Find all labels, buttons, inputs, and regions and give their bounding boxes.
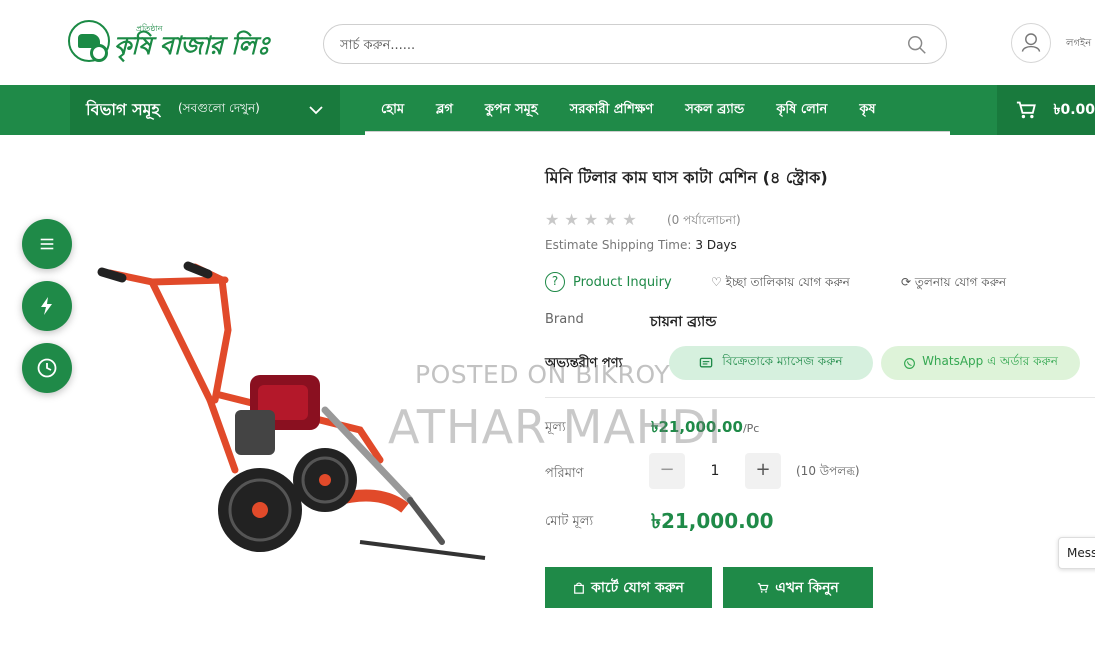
nav-item-home[interactable]: হোম: [381, 100, 404, 121]
compare-icon: ⟳: [901, 275, 912, 289]
wishlist-label: ইচ্ছা তালিকায় যোগ করুন: [725, 275, 850, 289]
watermark-line-2: ATHAR MAHDI: [388, 400, 723, 454]
user-icon: [1021, 33, 1041, 52]
shipping-value: 3 Days: [695, 238, 737, 252]
nav-item-coupons[interactable]: কুপন সমূহ: [485, 100, 538, 121]
nav-item-loan[interactable]: কৃষি লোন: [776, 100, 827, 121]
shopping-bag-icon: [574, 582, 585, 594]
add-to-cart-label: কার্টে যোগ করুন: [591, 579, 684, 596]
star-icon: ★: [583, 210, 599, 229]
search-box: [323, 24, 947, 64]
add-to-wishlist-link[interactable]: ♡ ইচ্ছা তালিকায় যোগ করুন: [711, 274, 850, 294]
rating-stars: ★ ★ ★ ★ ★: [545, 210, 637, 229]
buy-now-button[interactable]: এখন কিনুন: [723, 567, 873, 608]
product-inquiry-label: Product Inquiry: [573, 274, 672, 290]
total-price-value: ৳21,000.00: [651, 509, 774, 533]
star-icon: ★: [603, 210, 618, 229]
nav-item-training[interactable]: সরকারী প্রশিক্ষণ: [570, 100, 654, 121]
nav-scrollbar[interactable]: [365, 131, 950, 135]
question-icon: ?: [545, 272, 565, 292]
quantity-increase-button[interactable]: +: [745, 453, 781, 489]
stock-available: (10 উপলব্ধ): [796, 464, 860, 478]
search-input[interactable]: [340, 34, 900, 56]
product-image[interactable]: [60, 170, 520, 610]
login-link[interactable]: লগইন: [1066, 36, 1091, 53]
cart-icon: [758, 582, 769, 593]
product-inquiry-link[interactable]: ? Product Inquiry: [545, 272, 672, 292]
search-icon[interactable]: [906, 34, 928, 56]
add-to-cart-button[interactable]: কার্টে যোগ করুন: [545, 567, 712, 608]
nav-item-more[interactable]: কৃষ: [859, 100, 875, 121]
quantity-input[interactable]: 1: [695, 453, 735, 489]
nav-item-blog[interactable]: ব্লগ: [436, 100, 453, 121]
add-to-compare-link[interactable]: ⟳ তুলনায় যোগ করুন: [901, 274, 1006, 294]
category-title: বিভাগ সমূহ: [86, 99, 160, 119]
divider: [545, 397, 1095, 398]
cart-total: ৳0.00: [1053, 102, 1095, 118]
shipping-time: Estimate Shipping Time: 3 Days: [545, 238, 737, 252]
user-account-button[interactable]: [1011, 23, 1051, 63]
category-see-all: (সবগুলো দেখুন): [177, 101, 260, 115]
tractor-logo-icon: [68, 20, 110, 62]
price-unit: /Pc: [742, 422, 760, 435]
whatsapp-order-button[interactable]: WhatsApp এ অর্ডার করুন: [881, 346, 1080, 380]
nav-item-brands[interactable]: সকল ব্র্যান্ড: [685, 100, 744, 121]
star-icon: ★: [564, 210, 579, 229]
product-title: মিনি টিলার কাম ঘাস কাটা মেশিন (৪ স্ট্রোক…: [545, 168, 828, 187]
compare-label: তুলনায় যোগ করুন: [914, 275, 1007, 289]
review-count[interactable]: (0 পর্যালোচনা): [667, 212, 741, 232]
heart-icon: ♡: [711, 275, 722, 289]
message-seller-button[interactable]: বিক্রেতাকে ম্যাসেজ করুন: [669, 346, 873, 380]
quantity-decrease-button[interactable]: −: [649, 453, 685, 489]
site-header: প্রতিষ্ঠান কৃষি বাজার লিঃ লগইন: [0, 0, 1095, 85]
brand-value[interactable]: চায়না ব্র্যান্ড: [650, 310, 716, 334]
logo-text: কৃষি বাজার লিঃ: [114, 30, 270, 60]
star-icon: ★: [545, 210, 560, 229]
product-page: প্রতিষ্ঠান কৃষি বাজার লিঃ লগইন বিভাগ সমূ…: [0, 0, 1095, 647]
messenger-chat-button[interactable]: Messenger: [1058, 537, 1095, 569]
menu-icon: [40, 238, 54, 250]
quantity-label: পরিমাণ: [545, 466, 584, 481]
lightning-icon: [41, 297, 52, 315]
shipping-label: Estimate Shipping Time:: [545, 238, 692, 252]
chat-icon: [700, 357, 713, 367]
nav-menu: হোম ব্লগ কুপন সমূহ সরকারী প্রশিক্ষণ সকল …: [365, 85, 950, 135]
message-seller-label: বিক্রেতাকে ম্যাসেজ করুন: [722, 354, 843, 368]
watermark-line-1: POSTED ON BIKROY: [415, 360, 671, 389]
whatsapp-order-label: WhatsApp এ অর্ডার করুন: [922, 354, 1058, 368]
brand-label: Brand: [545, 312, 584, 327]
clock-icon: [37, 358, 57, 378]
cart-button[interactable]: ৳0.00: [997, 85, 1095, 135]
category-dropdown[interactable]: বিভাগ সমূহ (সবগুলো দেখুন): [70, 85, 340, 135]
site-logo[interactable]: প্রতিষ্ঠান কৃষি বাজার লিঃ: [68, 20, 270, 62]
star-icon: ★: [622, 210, 637, 229]
buy-now-label: এখন কিনুন: [775, 579, 839, 596]
cart-icon: [1016, 101, 1036, 119]
main-nav: বিভাগ সমূহ (সবগুলো দেখুন) হোম ব্লগ কুপন …: [0, 85, 1095, 135]
chevron-down-icon: [309, 106, 323, 115]
whatsapp-icon: [904, 357, 916, 369]
total-price-label: মোট মূল্য: [545, 514, 594, 529]
